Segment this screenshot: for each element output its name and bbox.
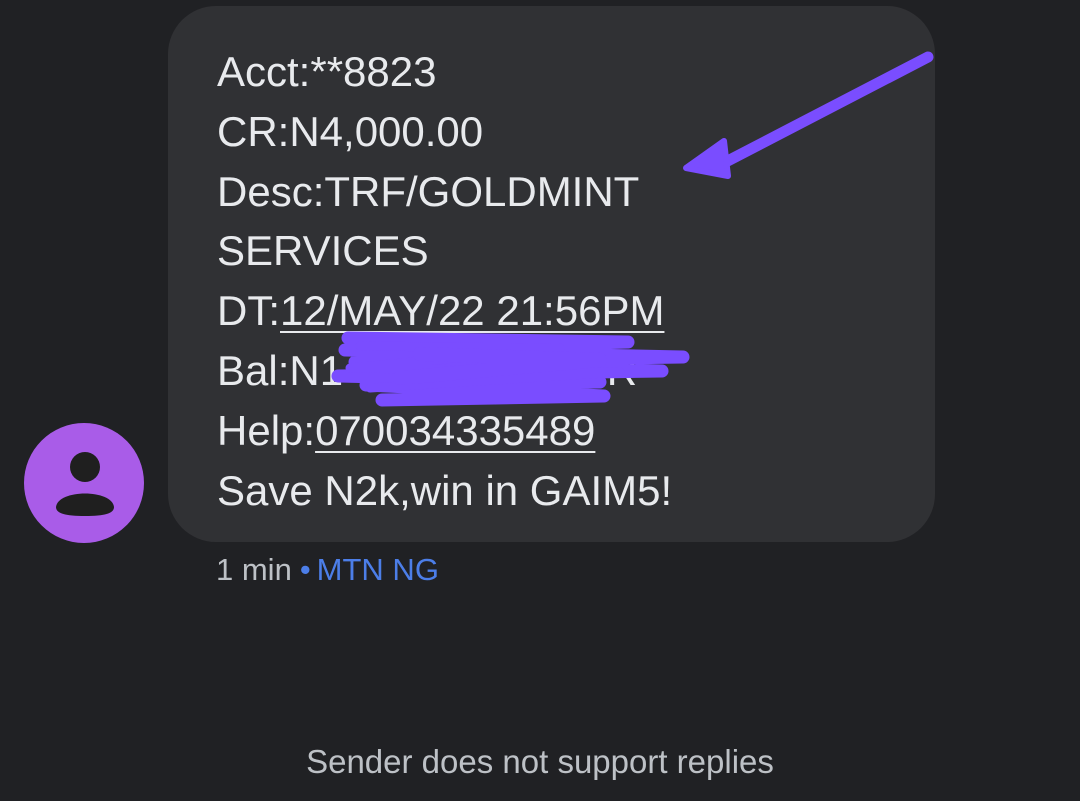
balance-label: Bal:N1	[217, 346, 344, 394]
no-reply-notice: Sender does not support replies	[306, 743, 774, 780]
sender-name: MTN NG	[316, 552, 439, 587]
help-phone-link[interactable]: 070034335489	[315, 407, 595, 454]
person-icon	[56, 452, 114, 516]
message-line-account: Acct:**8823	[217, 48, 437, 95]
message-line-credit: CR:N4,000.00	[217, 107, 484, 155]
message-line-help: Help:070034335489	[217, 401, 895, 461]
sender-avatar[interactable]	[24, 423, 144, 543]
message-line-description-cont: SERVICES	[217, 227, 429, 275]
balance-suffix: 0CR	[553, 346, 638, 394]
message-line-description: Desc:TRF/GOLDMINT	[217, 167, 640, 215]
meta-separator: •	[299, 552, 311, 587]
message-line-promo: Save N2k,win in GAIM5!	[217, 466, 673, 514]
datetime-link[interactable]: 12/MAY/22 21:56PM	[280, 287, 664, 334]
message-line-datetime: DT:12/MAY/22 21:56PM	[217, 281, 895, 341]
sms-message-bubble[interactable]: Acct:**8823 CR:N4,000.00 Desc:TRF/GOLDMI…	[168, 6, 935, 542]
datetime-label: DT:	[217, 287, 280, 335]
message-timestamp: 1 min	[216, 552, 292, 587]
help-label: Help:	[217, 406, 316, 454]
message-thread-screen: Acct:**8823 CR:N4,000.00 Desc:TRF/GOLDMI…	[0, 0, 1080, 801]
message-line-balance: Bal:N1 0CR	[217, 341, 895, 401]
message-meta: 1 min • MTN NG	[216, 548, 439, 592]
